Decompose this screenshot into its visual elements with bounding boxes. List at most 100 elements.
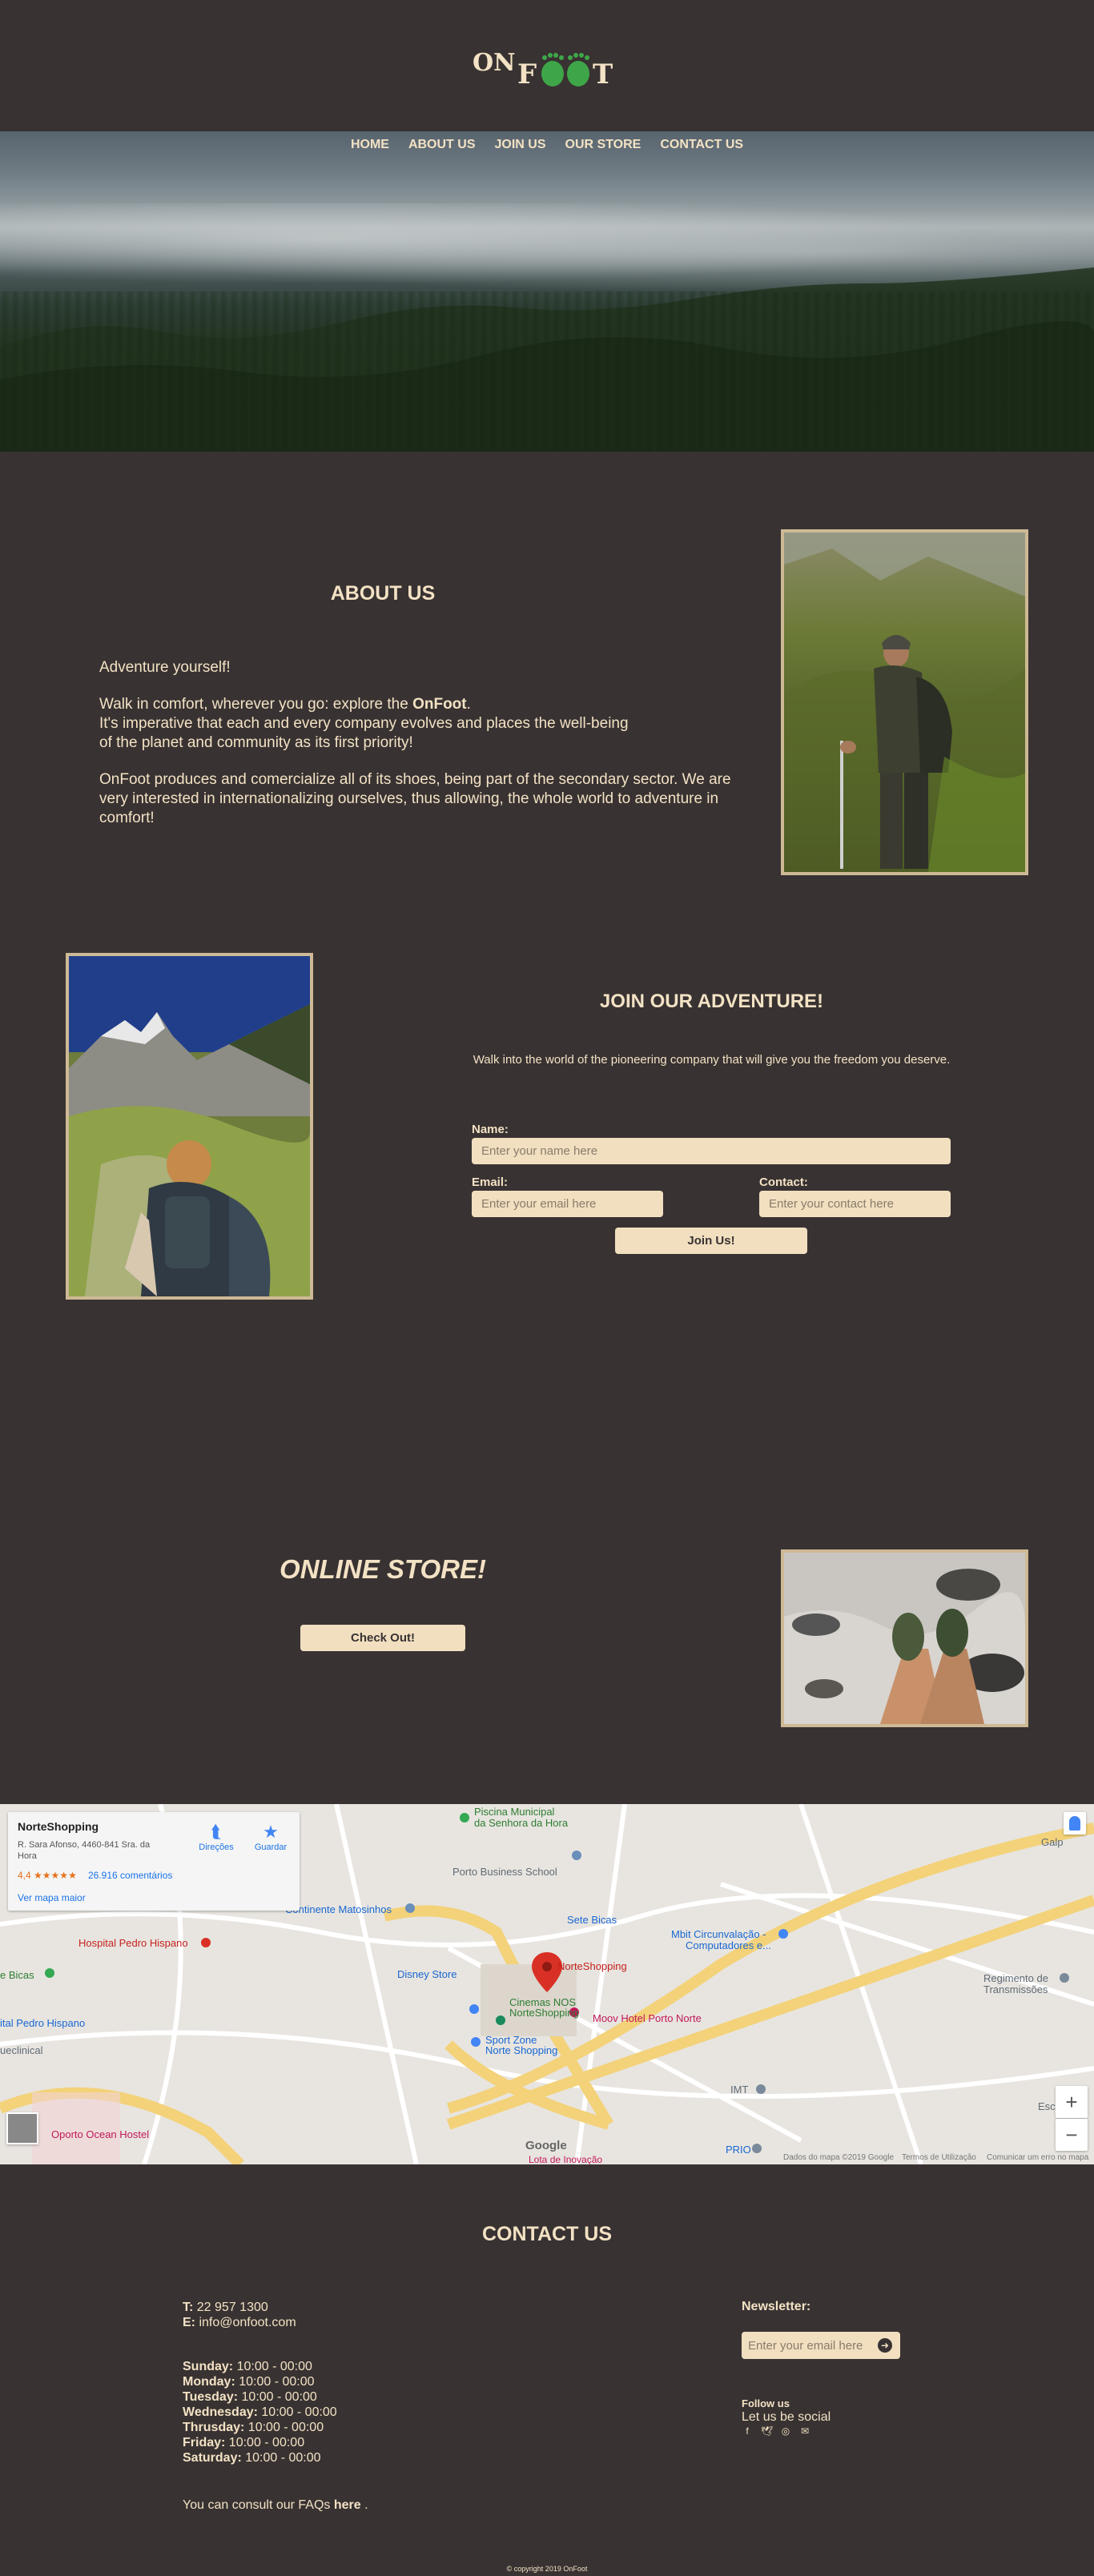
directions-icon: ⮬ [211,1822,222,1842]
faq-text: You can consult our FAQs here . [183,2498,368,2512]
nav-contact-us[interactable]: CONTACT US [660,138,743,157]
map-label-cinemas-2: NorteShopping [509,2007,579,2019]
main-nav: HOME ABOUT US JOIN US OUR STORE CONTACT … [0,138,1094,157]
hours-row: Tuesday: 10:00 - 00:00 [183,2390,317,2404]
nav-about-us[interactable]: ABOUT US [408,138,476,157]
about-tagline: Adventure yourself! [99,659,231,676]
footprint-icon [541,53,589,86]
join-title: JOIN OUR ADVENTURE! [599,991,824,1012]
mountain-hikers-photo [66,953,313,1300]
svg-text:T: T [593,58,613,90]
about-paragraph-2: OnFoot produces and comercialize all of … [99,771,731,826]
twitter-icon[interactable]: 🕊 [761,2425,773,2437]
zoom-in-button[interactable]: + [1056,2086,1088,2118]
checkout-button[interactable]: Check Out! [300,1625,465,1651]
star-icon: ★ [263,1822,279,1842]
bigger-map-link[interactable]: Ver mapa maior [18,1892,86,1903]
place-address: R. Sara Afonso, 4460-841 Sra. da Hora [18,1840,151,1861]
instagram-icon[interactable]: ◎ [780,2425,791,2437]
store-title: ONLINE STORE! [280,1554,486,1584]
map-label-prio: PRIO [726,2144,751,2156]
opening-hours: Sunday: 10:00 - 00:00 Monday: 10:00 - 00… [183,2359,583,2465]
hours-row: Sunday: 10:00 - 00:00 [183,2360,312,2373]
map-label-galp: Galp [1041,1836,1064,1848]
satellite-toggle[interactable] [6,2112,38,2144]
map-label-bicas: e Bicas [0,1969,34,1981]
email-label: Email: [472,1175,509,1189]
feet-on-rocks-photo [781,1549,1028,1727]
map-label-porto-business: Porto Business School [452,1866,557,1878]
map-label-queclinical: ueclinical [0,2044,43,2056]
place-name: NorteShopping [18,1820,99,1833]
map-label-lota: Lota de Inovação [529,2154,603,2164]
hero-banner [0,131,1094,452]
email-input[interactable] [472,1191,663,1217]
map-terms-link[interactable]: Termos de Utilização [902,2153,976,2162]
map-label-hospital: Hospital Pedro Hispano [78,1937,188,1949]
map-label-oporto: Oporto Ocean Hostel [51,2128,150,2140]
pegman-button[interactable] [1064,1812,1086,1835]
nav-join-us[interactable]: JOIN US [495,138,546,157]
map-label-continente: Continente Matosinhos [285,1903,392,1915]
hours-row: Thrusday: 10:00 - 00:00 [183,2421,324,2434]
location-map[interactable]: Piscina Municipal da Senhora da Hora Por… [0,1804,1094,2164]
map-label-sete-bicas: Sete Bicas [567,1914,617,1926]
hours-row: Wednesday: 10:00 - 00:00 [183,2405,337,2419]
pegman-icon [1069,1816,1080,1831]
social-text: Let us be social [742,2410,831,2424]
contact-title: CONTACT US [481,2223,613,2245]
hours-row: Saturday: 10:00 - 00:00 [183,2451,321,2465]
place-rating: 4,4 ★★★★★ [18,1870,77,1881]
social-links: f 🕊 ◎ ✉ [742,2425,810,2437]
map-label-norteshopping: NorteShopping [557,1960,627,1972]
directions-button[interactable]: ⮬ Direções [192,1822,240,1852]
nav-home[interactable]: HOME [351,138,389,157]
map-label-piscina: Piscina Municipal [474,1806,555,1818]
about-text: Adventure yourself! Walk in comfort, whe… [99,658,740,846]
save-button[interactable]: ★ Guardar [247,1822,295,1852]
map-label-regimento: Regimento de [983,1972,1048,1984]
map-label-piscina-2: da Senhora da Hora [474,1817,569,1829]
nav-our-store[interactable]: OUR STORE [565,138,642,157]
phone-number: 22 957 1300 [196,2301,268,2314]
contact-input[interactable] [759,1191,951,1217]
name-label: Name: [472,1123,509,1136]
zoom-out-button[interactable]: − [1056,2119,1088,2151]
map-label-sport-zone-2: Norte Shopping [485,2044,558,2056]
hours-row: Friday: 10:00 - 00:00 [183,2436,305,2449]
join-us-button[interactable]: Join Us! [615,1228,807,1254]
name-input[interactable] [472,1138,951,1164]
map-label-pedro-hispano: ital Pedro Hispano [0,2017,86,2029]
envelope-icon[interactable]: ✉ [799,2425,810,2437]
hours-row: Monday: 10:00 - 00:00 [183,2375,315,2389]
onfoot-logo[interactable]: ON F T [473,46,621,91]
map-report-link[interactable]: Comunicar um erro no mapa [987,2153,1088,2162]
map-label-moov: Moov Hotel Porto Norte [593,2012,702,2024]
facebook-icon[interactable]: f [742,2425,753,2437]
place-card: NorteShopping R. Sara Afonso, 4460-841 S… [8,1812,300,1911]
arrow-right-icon[interactable]: ➜ [878,2338,892,2353]
map-label-regimento-2: Transmissões [983,1983,1048,1995]
svg-text:F: F [517,58,537,90]
join-description: Walk into the world of the pioneering co… [473,1053,951,1067]
map-label-imt: IMT [730,2084,749,2096]
copyright: © copyright 2019 OnFoot [506,2565,588,2573]
place-reviews-link[interactable]: 26.916 comentários [88,1870,172,1881]
contact-label: Contact: [759,1175,808,1189]
follow-us-label: Follow us [742,2397,790,2409]
map-label-mbit: Mbit Circunvalação - [671,1928,766,1940]
email-address: info@onfoot.com [199,2316,296,2329]
about-title: ABOUT US [330,582,436,605]
newsletter-email-input[interactable] [742,2332,875,2359]
newsletter-label: Newsletter: [742,2300,811,2313]
google-logo: Google [525,2139,567,2152]
map-data-credit: Dados do mapa ©2019 Google [783,2153,895,2162]
brand-name: OnFoot [412,696,467,713]
about-paragraph-1: Walk in comfort, wherever you go: explor… [99,696,629,751]
contact-info: T: 22 957 1300 E: info@onfoot.com [183,2301,296,2329]
map-label-mbit-2: Computadores e... [686,1939,771,1951]
hiker-photo [781,529,1028,875]
map-label-disney: Disney Store [397,1968,457,1980]
svg-text:ON: ON [473,49,516,77]
faq-link[interactable]: here [334,2498,361,2512]
